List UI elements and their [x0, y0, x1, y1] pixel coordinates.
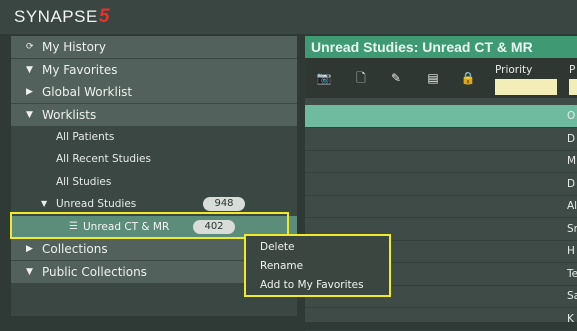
table-row[interactable]: D	[305, 128, 577, 151]
column-header-bar: 📷 🗋 ✎ ▤ 🔒 Priority P	[305, 58, 577, 98]
nav-all-patients[interactable]: All Patients	[11, 126, 297, 148]
nav-all-patients-label: All Patients	[56, 131, 115, 143]
chevron-right-icon: ▶	[26, 244, 33, 254]
panel-title: Unread Studies: Unread CT & MR	[305, 36, 577, 58]
context-menu: Delete Rename Add to My Favorites	[244, 234, 391, 297]
brand-name: SYNAPSE	[14, 7, 98, 26]
nav-public-collections-label: Public Collections	[42, 265, 147, 279]
unread-studies-count-badge: 948	[203, 197, 245, 211]
chevron-down-icon: ▼	[26, 65, 33, 75]
edit-icon[interactable]: ✎	[385, 66, 407, 90]
document-icon[interactable]: 🗋	[350, 66, 372, 90]
nav-all-recent-studies[interactable]: All Recent Studies	[11, 148, 297, 170]
table-row[interactable]: K	[305, 308, 577, 331]
nav-all-studies[interactable]: All Studies	[11, 171, 297, 193]
chevron-down-icon: ▼	[26, 110, 33, 120]
nav-my-history[interactable]: ⟳ My History	[11, 36, 297, 58]
table-cell: D	[567, 133, 576, 145]
menu-item-add-to-favorites[interactable]: Add to My Favorites	[260, 279, 364, 291]
table-cell: O	[567, 110, 576, 122]
top-bar: SYNAPSE5	[0, 0, 577, 34]
table-cell: Sr	[567, 223, 577, 235]
priority-filter-input[interactable]	[495, 79, 557, 95]
table-row[interactable]: Al	[305, 195, 577, 218]
table-row[interactable]: O	[305, 105, 577, 128]
table-cell: Al	[567, 200, 577, 212]
menu-item-rename[interactable]: Rename	[260, 260, 303, 272]
next-column-filter-input[interactable]	[569, 79, 577, 95]
camera-icon[interactable]: 📷	[313, 66, 335, 90]
next-column-label[interactable]: P	[569, 64, 575, 76]
chevron-down-icon: ▼	[26, 267, 33, 277]
nav-worklists[interactable]: ▼ Worklists	[11, 104, 297, 126]
chevron-right-icon: ▶	[26, 87, 33, 97]
nav-worklists-label: Worklists	[42, 108, 97, 122]
table-row[interactable]: M	[305, 150, 577, 173]
lock-icon[interactable]: 🔒	[457, 66, 479, 90]
table-cell: Te	[567, 268, 577, 280]
table-cell: H	[567, 245, 575, 257]
nav-my-favorites[interactable]: ▼ My Favorites	[11, 59, 297, 81]
nav-all-recent-studies-label: All Recent Studies	[56, 153, 151, 165]
history-icon: ⟳	[26, 42, 34, 52]
nav-global-worklist-label: Global Worklist	[42, 85, 133, 99]
table-cell: D	[567, 178, 576, 190]
nav-global-worklist[interactable]: ▶ Global Worklist	[11, 81, 297, 103]
table-cell: K	[567, 313, 574, 325]
synapse-logo: SYNAPSE5	[14, 6, 110, 28]
table-cell: Sa	[567, 290, 577, 302]
menu-item-delete[interactable]: Delete	[260, 241, 295, 253]
nav-my-favorites-label: My Favorites	[42, 63, 118, 77]
priority-column-label[interactable]: Priority	[495, 64, 532, 76]
report-icon[interactable]: ▤	[422, 66, 444, 90]
table-row[interactable]: D	[305, 173, 577, 196]
table-cell: M	[567, 155, 577, 167]
brand-version: 5	[98, 6, 110, 27]
nav-my-history-label: My History	[42, 40, 106, 54]
nav-all-studies-label: All Studies	[56, 176, 112, 188]
nav-collections-label: Collections	[42, 242, 108, 256]
